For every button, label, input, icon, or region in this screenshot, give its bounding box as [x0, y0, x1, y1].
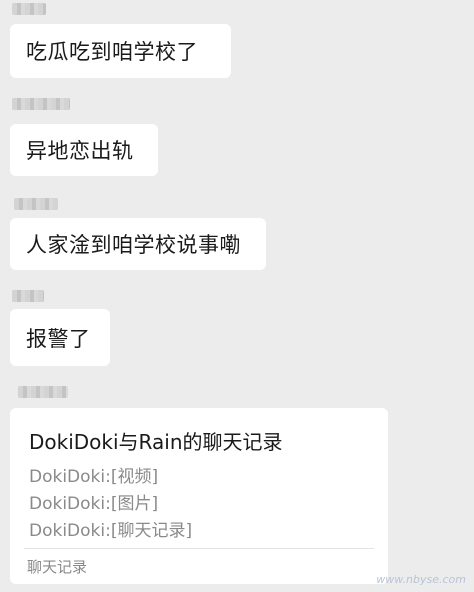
chat-record-title: DokiDoki与Rain的聊天记录	[29, 430, 283, 454]
chat-record-line: DokiDoki:[视频]	[29, 467, 159, 487]
chat-record-card[interactable]: DokiDoki与Rain的聊天记录 DokiDoki:[视频] DokiDok…	[10, 408, 388, 584]
message-text: 报警了	[26, 326, 91, 351]
message-bubble[interactable]: 吃瓜吃到咱学校了	[10, 24, 231, 78]
message-bubble[interactable]: 报警了	[10, 309, 110, 366]
sender-name-blurred	[18, 386, 68, 398]
message-text: 吃瓜吃到咱学校了	[26, 40, 198, 64]
message-bubble[interactable]: 异地恋出轨	[10, 124, 158, 176]
message-text: 异地恋出轨	[26, 139, 134, 163]
sender-name-blurred	[12, 3, 46, 15]
watermark: www.nbyse.com	[376, 573, 466, 586]
sender-name-blurred	[14, 198, 58, 210]
chat-record-footer-label: 聊天记录	[27, 558, 88, 576]
card-divider	[24, 548, 374, 549]
message-text: 人家淦到咱学校说事嘞	[26, 233, 241, 257]
message-bubble[interactable]: 人家淦到咱学校说事嘞	[10, 218, 266, 270]
sender-name-blurred	[12, 98, 70, 110]
chat-record-line: DokiDoki:[聊天记录]	[29, 521, 193, 541]
chat-record-line: DokiDoki:[图片]	[29, 494, 159, 514]
sender-name-blurred	[12, 290, 44, 302]
